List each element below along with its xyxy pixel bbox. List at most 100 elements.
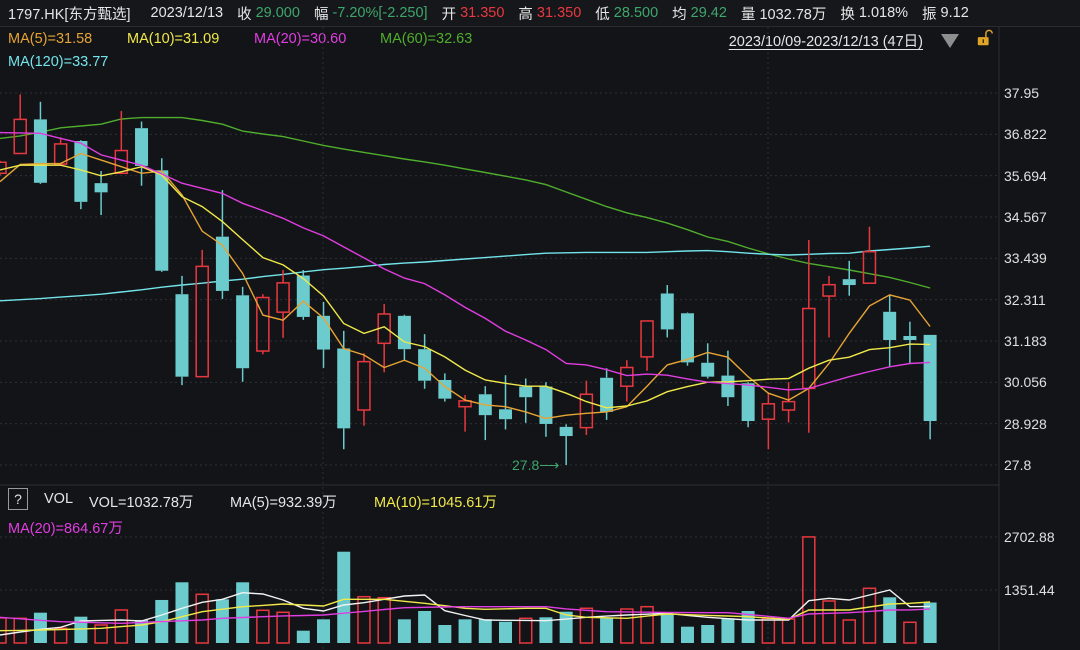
candle-body <box>822 283 836 297</box>
candle <box>256 294 270 355</box>
candle <box>418 334 432 389</box>
volume-bar <box>397 619 411 643</box>
candle <box>660 285 674 338</box>
volume-bar <box>781 618 796 644</box>
candle-body <box>802 307 816 390</box>
candle <box>94 171 108 216</box>
volume-bar <box>438 624 452 643</box>
candle <box>903 321 917 364</box>
candle-body <box>0 161 7 175</box>
volume-bar <box>135 619 149 643</box>
volume-bar <box>741 610 755 643</box>
volume-bar <box>256 609 270 644</box>
price-axis-label: 30.056 <box>1004 374 1047 391</box>
ma20-line <box>0 131 931 391</box>
candle <box>579 380 594 435</box>
candle-body <box>761 403 776 420</box>
candle <box>781 382 796 423</box>
volume-bar <box>620 608 634 644</box>
candle <box>620 360 634 402</box>
volume-bar <box>236 582 250 643</box>
candle-body <box>357 360 371 411</box>
volume-bar <box>53 627 68 644</box>
volume-bar <box>317 619 331 643</box>
price-axis-label: 31.183 <box>1004 333 1047 349</box>
candle <box>276 270 290 338</box>
candle-body <box>680 313 694 363</box>
candle-body <box>94 183 108 193</box>
candle-body <box>842 279 856 286</box>
price-axis-label: 33.439 <box>1004 250 1047 267</box>
price-axis-label: 34.567 <box>1004 209 1047 225</box>
period-low-marker: 27.8⟶ <box>512 457 560 473</box>
candle-body <box>559 426 573 437</box>
volume-bar <box>296 630 310 643</box>
volume-bar <box>680 626 694 643</box>
volume-bar <box>559 611 573 643</box>
vol-ma5: MA(5)=932.39万 <box>230 495 337 511</box>
volume-bar <box>458 619 472 643</box>
candle-body <box>701 362 715 377</box>
candle-body <box>418 349 432 381</box>
candle-body <box>499 409 512 420</box>
candle <box>539 382 553 437</box>
volume-bar <box>175 582 189 643</box>
volume-bar <box>579 607 594 644</box>
volume-bar <box>721 618 735 643</box>
volume-bar <box>701 624 715 643</box>
help-button[interactable]: ? <box>8 488 28 510</box>
volume-bar <box>276 611 290 644</box>
candle-body <box>155 170 169 271</box>
candle <box>842 260 856 296</box>
volume-bar <box>761 617 776 644</box>
candle <box>377 304 391 373</box>
candle-body <box>660 293 674 330</box>
candle-body <box>276 282 290 313</box>
candle <box>74 140 88 210</box>
candle-body <box>862 250 877 284</box>
volume-bar <box>478 619 492 643</box>
price-axis-label: 27.8 <box>1004 457 1032 473</box>
candle <box>13 94 27 155</box>
candle-body <box>741 383 755 422</box>
volume-bar <box>822 600 836 644</box>
candle <box>721 350 735 406</box>
volume-bar <box>518 617 533 644</box>
candle <box>236 286 250 382</box>
volume-bar <box>33 612 47 643</box>
candle-body <box>883 311 897 341</box>
candle <box>357 353 371 426</box>
candle <box>883 294 897 367</box>
candle-body <box>33 119 47 183</box>
candle <box>195 249 209 378</box>
volume-bar <box>660 613 674 643</box>
candle-body <box>114 149 129 175</box>
price-axis-label: 32.311 <box>1004 291 1046 308</box>
candle-body <box>903 335 917 341</box>
candle-body <box>397 315 411 350</box>
candle-body <box>519 386 533 398</box>
price-axis-label: 28.928 <box>1004 415 1047 432</box>
candle <box>175 275 189 386</box>
candle <box>478 386 492 441</box>
vol-ma20: MA(20)=864.67万 <box>8 521 123 537</box>
volume-bar <box>802 536 816 644</box>
vol-ma10: MA(10)=1045.61万 <box>374 495 497 511</box>
price-chart[interactable] <box>0 0 1080 650</box>
candle-body <box>620 366 634 387</box>
candle-body <box>781 400 796 411</box>
volume-bar <box>377 596 391 644</box>
volume-bar <box>923 602 937 643</box>
candle <box>397 314 411 361</box>
price-axis-label: 36.822 <box>1004 126 1047 143</box>
candle <box>802 239 816 433</box>
volume-bar <box>499 621 512 643</box>
candle-body <box>236 295 250 369</box>
candle-body <box>135 128 149 166</box>
volume-bar <box>337 551 351 643</box>
candle-body <box>721 375 735 398</box>
candle-body <box>317 315 331 350</box>
candle <box>317 301 331 368</box>
volume-bar <box>418 610 432 643</box>
volume-bar <box>600 618 614 643</box>
